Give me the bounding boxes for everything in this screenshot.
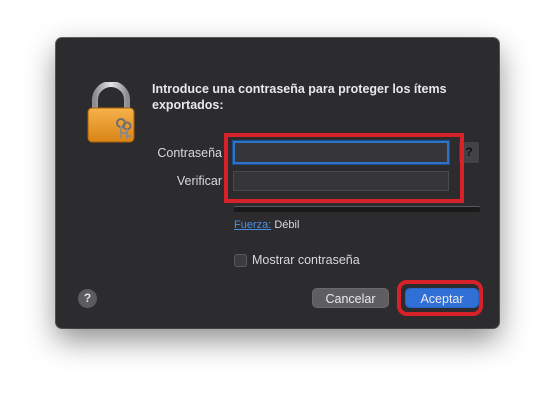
keychain-lock-icon: [87, 82, 135, 143]
verify-label: Verificar: [176, 174, 222, 188]
password-label: Contraseña: [157, 146, 222, 160]
annotation-highlight-fields: [224, 133, 464, 203]
help-button[interactable]: ?: [78, 289, 97, 308]
show-password-label[interactable]: Mostrar contraseña: [252, 253, 360, 267]
strength-help-link[interactable]: Fuerza:: [234, 219, 271, 231]
dialog-title: Introduce una contraseña para proteger l…: [152, 82, 447, 112]
strength-value: Débil: [274, 219, 300, 231]
cancel-button[interactable]: Cancelar: [312, 288, 389, 308]
password-strength-text: Fuerza: Débil: [234, 219, 299, 231]
annotation-highlight-accept: [397, 280, 483, 316]
show-password-checkbox[interactable]: [234, 253, 247, 267]
password-strength-meter: [234, 206, 480, 212]
screenshot-stage: Introduce una contraseña para proteger l…: [0, 0, 556, 402]
export-password-dialog: Introduce una contraseña para proteger l…: [56, 38, 499, 328]
show-password-option[interactable]: Mostrar contraseña: [234, 253, 360, 267]
